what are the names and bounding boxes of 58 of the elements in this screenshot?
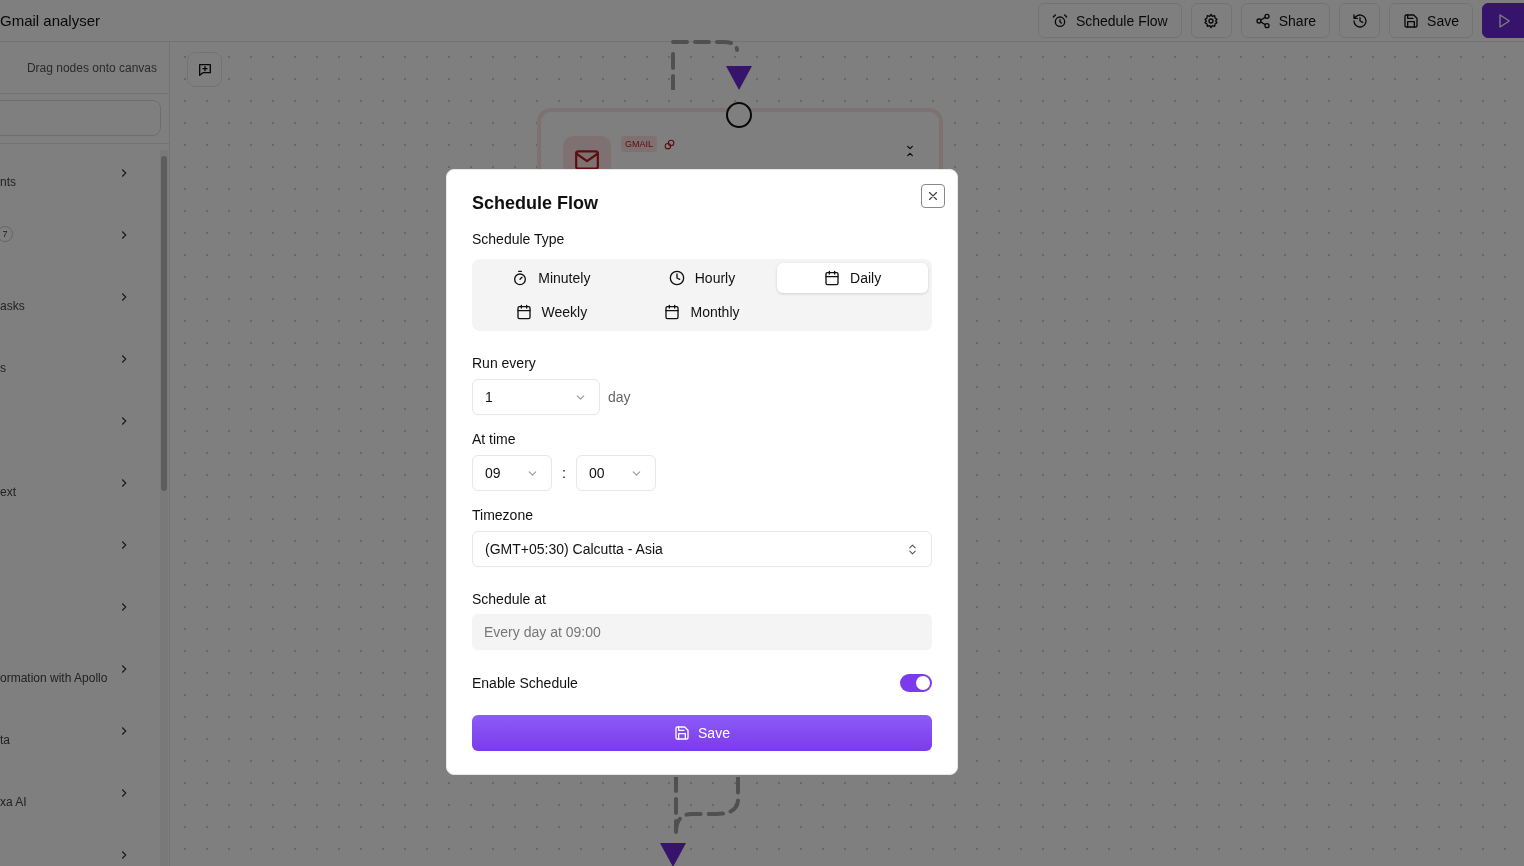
field-label: At time xyxy=(472,431,517,447)
save-icon xyxy=(1403,12,1420,29)
node-tag: GMAIL xyxy=(621,136,657,152)
node-category-item[interactable]: ormation with Apollo xyxy=(0,638,159,700)
share-icon xyxy=(1254,12,1271,29)
save-button[interactable]: Save xyxy=(1389,3,1473,38)
play-icon xyxy=(1496,12,1512,29)
node-category-item[interactable]: s xyxy=(0,328,159,390)
history-icon xyxy=(1351,12,1368,29)
schedule-type-tab[interactable]: Weekly xyxy=(476,297,627,327)
history-button[interactable] xyxy=(1339,3,1381,38)
dialog-title: Schedule Flow xyxy=(472,193,599,214)
close-button[interactable] xyxy=(921,184,945,208)
link-icon xyxy=(663,137,676,151)
schedule-type-tab[interactable]: Daily xyxy=(777,263,928,293)
node-category-item[interactable]: 7 xyxy=(0,204,159,266)
node-category-item[interactable]: nts xyxy=(0,144,159,204)
save-icon xyxy=(674,725,691,741)
calendar-icon xyxy=(824,270,841,286)
node-handle[interactable] xyxy=(726,102,752,128)
toggle-label: Enable Schedule xyxy=(472,675,578,691)
flow-title: Gmail analyser xyxy=(0,12,101,29)
settings-button[interactable] xyxy=(1190,3,1232,38)
save-button[interactable]: Save xyxy=(472,715,932,751)
schedule-type-tab[interactable]: Monthly xyxy=(626,297,778,327)
node-category-item[interactable]: asks xyxy=(0,266,159,328)
node-category-item[interactable]: xa AI xyxy=(0,762,159,824)
alarm-clock-icon xyxy=(1051,12,1068,29)
stopwatch-icon xyxy=(512,270,529,286)
schedule-type-tab[interactable]: Hourly xyxy=(626,263,778,293)
hour-dropdown[interactable]: 09 xyxy=(472,455,552,491)
field-label: Run every xyxy=(472,355,537,371)
clock-icon xyxy=(668,270,685,286)
field-label: Timezone xyxy=(472,507,534,523)
field-label: Schedule Type xyxy=(472,231,566,247)
interval-dropdown[interactable]: 1 xyxy=(472,379,600,415)
close-icon xyxy=(926,189,940,203)
toggle-switch[interactable] xyxy=(900,674,932,692)
sidebar-hint: Drag nodes onto canvas xyxy=(0,42,169,94)
field-label: Schedule at xyxy=(472,591,547,607)
schedule-button[interactable]: Schedule Flow xyxy=(1037,3,1182,38)
node-category-item[interactable]: ext xyxy=(0,452,159,514)
scrollbar[interactable] xyxy=(160,150,168,866)
calendar-icon xyxy=(515,304,532,320)
schedule-type-tab[interactable]: Minutely xyxy=(476,263,627,293)
schedule-summary-field[interactable]: Every day at 09:00 xyxy=(472,614,932,650)
unit-text: day xyxy=(608,389,631,405)
comment-plus-icon xyxy=(196,61,213,78)
minute-dropdown[interactable]: 00 xyxy=(575,455,656,491)
settings-icon xyxy=(1203,12,1220,29)
share-button[interactable]: Share xyxy=(1240,3,1331,38)
time-separator: : xyxy=(562,465,566,481)
timezone-dropdown[interactable]: (GMT+05:30) Calcutta - Asia xyxy=(472,531,932,567)
chevron-up-down-icon xyxy=(906,542,919,556)
add-comment-button[interactable] xyxy=(187,52,222,87)
calendar-icon xyxy=(664,304,681,320)
run-button[interactable] xyxy=(1482,3,1524,38)
node-category-item[interactable]: ta xyxy=(0,700,159,762)
